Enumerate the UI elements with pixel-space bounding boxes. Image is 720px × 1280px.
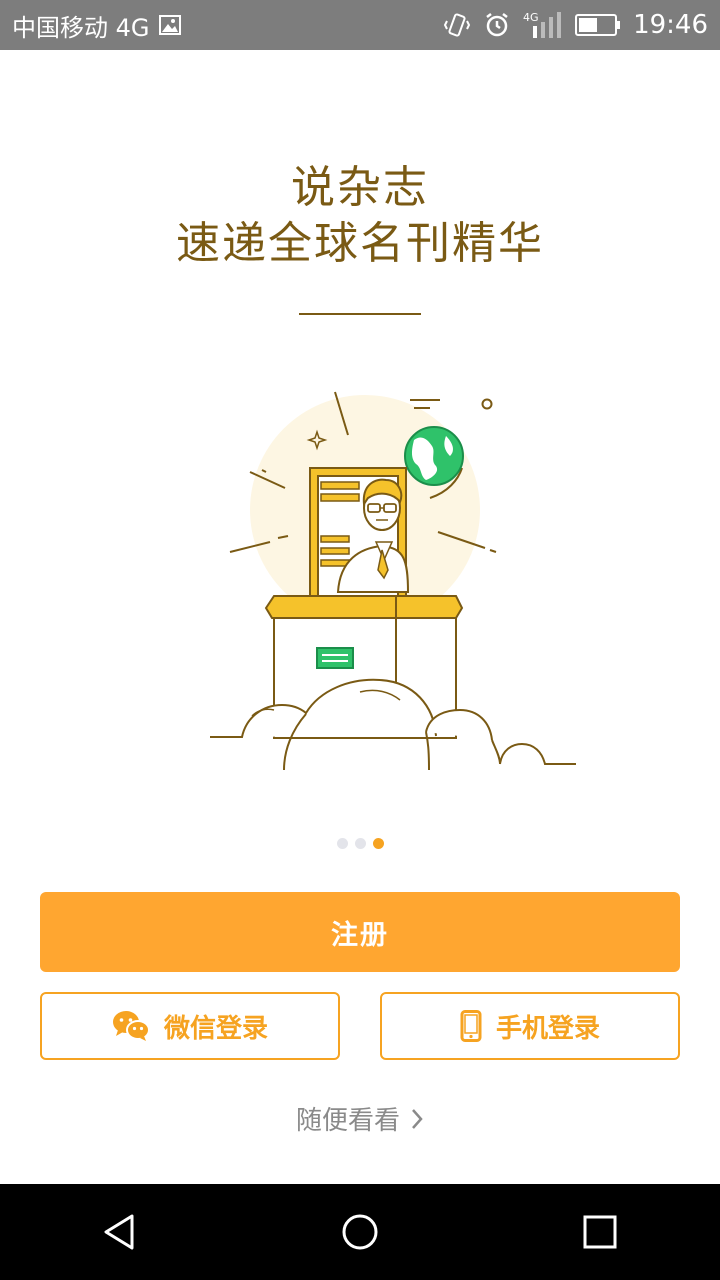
recents-icon [583, 1215, 617, 1249]
signal-icon: 4G [523, 10, 563, 40]
wechat-icon [112, 1010, 150, 1042]
system-nav-bar [0, 1184, 720, 1280]
onboarding-illustration [200, 380, 590, 790]
register-button[interactable]: 注册 [40, 892, 680, 972]
app-slogan: 速递全球名刊精华 [176, 218, 544, 269]
page-dot-3[interactable] [372, 838, 384, 849]
home-button[interactable] [320, 1192, 400, 1272]
page-indicator [0, 838, 720, 849]
vibrate-icon [443, 11, 471, 39]
globe-icon [404, 426, 464, 486]
image-icon [158, 13, 182, 37]
battery-icon [575, 13, 621, 37]
browse-label: 随便看看 [295, 1106, 400, 1136]
hero-headline: 说杂志 速递全球名刊精华 [0, 160, 720, 272]
home-icon [342, 1214, 378, 1250]
phone-login-label: 手机登录 [495, 1013, 600, 1044]
page-dot-1[interactable] [336, 838, 348, 849]
back-button[interactable] [80, 1192, 160, 1272]
browse-link[interactable]: 随便看看 [0, 1100, 720, 1137]
register-button-label: 注册 [331, 919, 389, 951]
chevron-right-icon [410, 1107, 424, 1131]
carrier-label: 中国移动 4G [12, 13, 150, 42]
clock-label: 19:46 [633, 10, 708, 40]
wechat-login-label: 微信登录 [163, 1013, 268, 1044]
phone-icon [460, 1010, 482, 1042]
status-bar-left: 中国移动 4G [12, 0, 182, 50]
network-type-label: 4G [523, 11, 539, 24]
recents-button[interactable] [560, 1192, 640, 1272]
status-bar-right: 4G 19:46 [443, 0, 708, 50]
page-dot-2[interactable] [354, 838, 366, 849]
alarm-icon [483, 11, 511, 39]
app-screen: 中国移动 4G 4G 19:46 说杂志 速递全球名刊精华 注册 微信登录 手机… [0, 0, 720, 1280]
status-bar: 中国移动 4G 4G 19:46 [0, 0, 720, 50]
app-name: 说杂志 [291, 162, 429, 213]
phone-login-button[interactable]: 手机登录 [380, 992, 680, 1060]
back-icon [104, 1214, 134, 1250]
headline-divider [299, 313, 421, 315]
wechat-login-button[interactable]: 微信登录 [40, 992, 340, 1060]
